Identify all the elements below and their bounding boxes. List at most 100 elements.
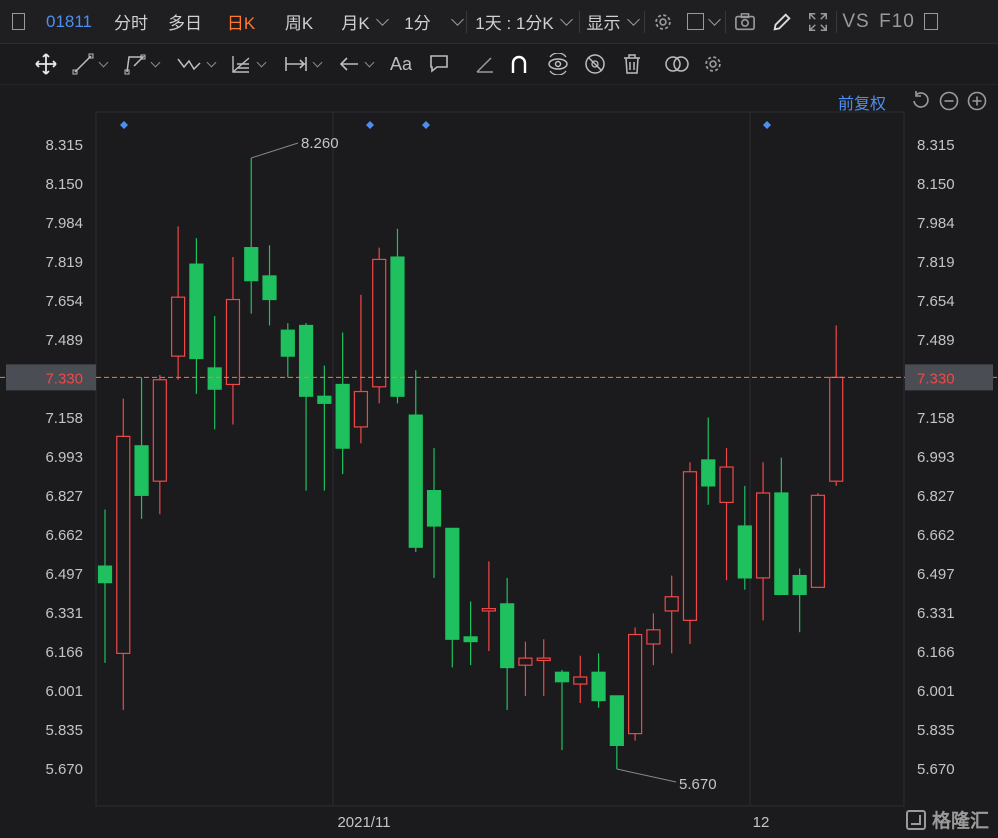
magnet-tool[interactable]: [508, 52, 530, 76]
low-annotation-leader: [616, 768, 677, 783]
candle[interactable]: [225, 257, 241, 425]
candle[interactable]: [134, 377, 149, 519]
range-tool[interactable]: [284, 52, 323, 76]
candle[interactable]: [774, 457, 789, 596]
fullscreen-button[interactable]: [800, 0, 836, 44]
candle[interactable]: [152, 375, 167, 515]
display-menu[interactable]: 显示: [580, 0, 644, 44]
candle-body: [353, 390, 369, 428]
ruler-tool[interactable]: [474, 52, 496, 76]
event-marker-icon[interactable]: [366, 121, 374, 129]
delete-tool[interactable]: [622, 52, 642, 76]
tab-zhouk[interactable]: 周K: [270, 0, 328, 44]
candle[interactable]: [189, 238, 204, 394]
candle[interactable]: [207, 316, 222, 430]
candle[interactable]: [317, 365, 332, 491]
candle[interactable]: [737, 485, 752, 590]
candle[interactable]: [664, 575, 679, 654]
vs-button[interactable]: VS: [837, 0, 875, 44]
interval-select-label: 1天 : 1分K: [475, 14, 554, 33]
candle[interactable]: [591, 653, 606, 708]
candle[interactable]: [298, 323, 314, 491]
arrow-tool[interactable]: [338, 52, 375, 76]
compare-tool[interactable]: [664, 52, 690, 76]
candle[interactable]: [500, 577, 515, 711]
candle[interactable]: [792, 568, 807, 633]
event-marker-icon[interactable]: [763, 121, 771, 129]
fib-tool[interactable]: [230, 52, 267, 76]
line-tool[interactable]: [72, 52, 109, 76]
screenshot-button[interactable]: [726, 0, 764, 44]
candle[interactable]: [426, 448, 442, 578]
candle[interactable]: [719, 448, 734, 581]
candle[interactable]: [755, 462, 771, 621]
candle-body: [755, 492, 771, 579]
y-tick-label-right: 5.835: [917, 722, 955, 739]
candle[interactable]: [518, 641, 533, 696]
event-marker-icon[interactable]: [120, 121, 128, 129]
tab-fenshi[interactable]: 分时: [104, 0, 158, 44]
candle-body: [207, 367, 222, 390]
candle[interactable]: [463, 601, 478, 666]
draw-settings-tool[interactable]: [702, 52, 724, 76]
wave-tool[interactable]: [176, 52, 217, 76]
visibility-tool[interactable]: [546, 52, 570, 76]
settings-button[interactable]: [645, 0, 681, 44]
expand-icon: [809, 12, 827, 31]
candle[interactable]: [244, 157, 259, 314]
candlestick-chart[interactable]: 8.315 8.315 8.150 8.150 7.984 7.984 7.819 7.819…: [0, 84, 998, 838]
tab-duori[interactable]: 多日: [158, 0, 212, 44]
y-tick-label-right: 7.654: [917, 293, 955, 310]
candle[interactable]: [262, 245, 277, 326]
tab-yuek[interactable]: 月K: [328, 0, 400, 44]
stock-code[interactable]: 01811: [36, 0, 104, 44]
candle[interactable]: [628, 627, 643, 741]
candle[interactable]: [829, 325, 844, 486]
candle[interactable]: [372, 247, 387, 404]
candle[interactable]: [408, 370, 423, 552]
hide-drawings-tool[interactable]: [584, 52, 606, 76]
candle[interactable]: [536, 639, 551, 696]
candle-body: [280, 329, 295, 357]
candle[interactable]: [116, 398, 131, 711]
interval-select[interactable]: 1天 : 1分K: [467, 0, 579, 44]
candle[interactable]: [682, 462, 698, 644]
chevron-down-icon: [450, 12, 464, 26]
candle[interactable]: [646, 613, 661, 666]
tab-rik[interactable]: 日K: [212, 0, 270, 44]
comment-tool[interactable]: [428, 52, 450, 76]
polyline-tool[interactable]: [124, 52, 161, 76]
candle[interactable]: [97, 509, 113, 663]
y-tick-label-right: 7.489: [917, 332, 955, 349]
more-button[interactable]: [919, 0, 943, 44]
camera-icon: [735, 12, 755, 30]
layout-menu[interactable]: [681, 0, 725, 44]
candle[interactable]: [609, 695, 624, 769]
candle-body: [792, 574, 807, 596]
candle-body: [152, 379, 167, 482]
draw-button[interactable]: [764, 0, 800, 44]
f10-button[interactable]: F10: [875, 0, 919, 44]
minute-select[interactable]: 1分: [400, 0, 466, 44]
candle[interactable]: [554, 669, 570, 751]
move-tool[interactable]: [34, 52, 58, 76]
candle-body: [408, 414, 423, 548]
candle[interactable]: [280, 323, 295, 378]
top-toolbar: 01811 分时 多日 日K 周K 月K 1分 1天 : 1分K 显示 VS F…: [0, 0, 998, 44]
candle[interactable]: [353, 294, 369, 444]
candle[interactable]: [171, 226, 186, 380]
candle[interactable]: [481, 561, 496, 652]
candle-body: [573, 676, 588, 685]
candle[interactable]: [810, 492, 826, 588]
candle[interactable]: [573, 655, 588, 703]
sidebar-toggle-button[interactable]: [0, 0, 36, 44]
y-tick-label-left: 6.166: [45, 644, 83, 661]
text-tool[interactable]: Aa: [390, 52, 412, 76]
candle[interactable]: [445, 527, 460, 668]
candle[interactable]: [701, 417, 716, 505]
overlap-circles-icon: [665, 56, 689, 72]
candle[interactable]: [335, 332, 350, 475]
event-marker-icon[interactable]: [422, 121, 430, 129]
y-tick-label-right: 6.827: [917, 488, 955, 505]
square-icon: [924, 13, 938, 30]
